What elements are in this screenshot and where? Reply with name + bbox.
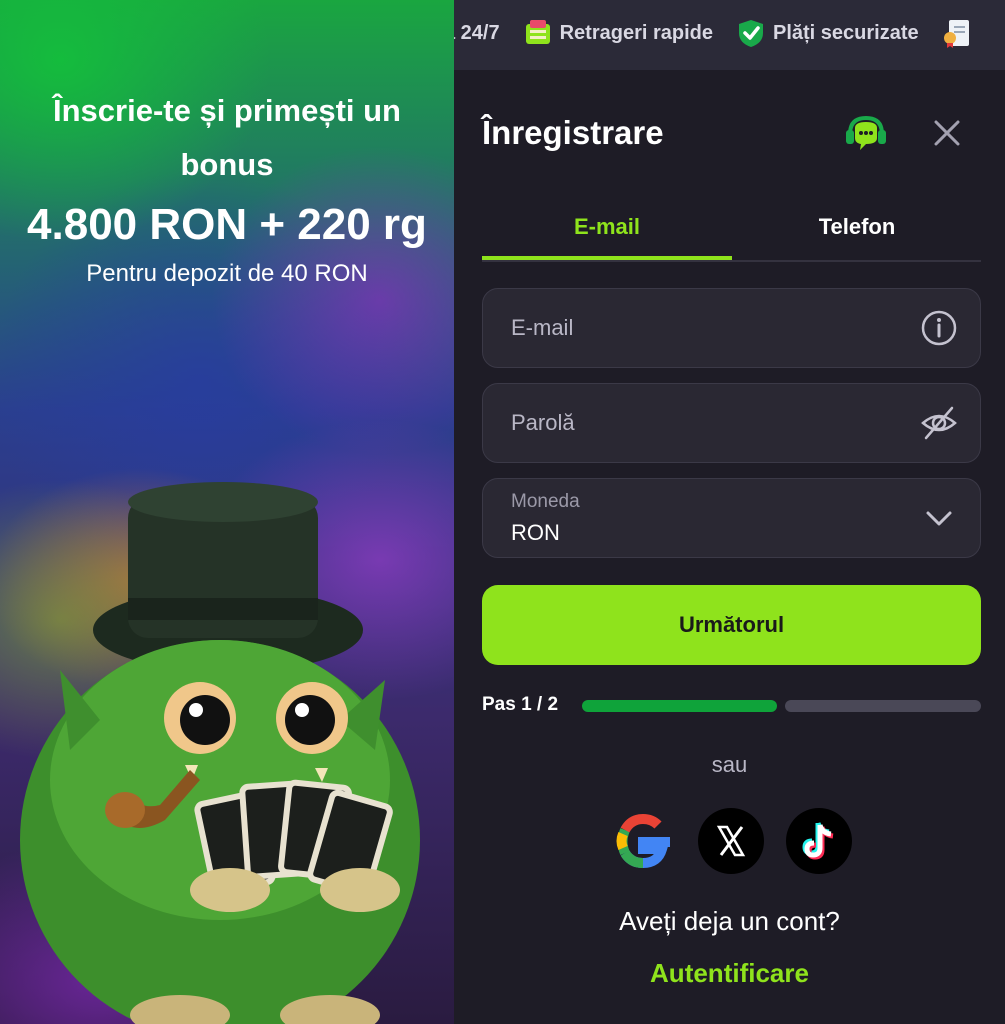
google-icon [616,813,670,869]
next-button[interactable]: Următorul [482,585,981,665]
step-progress-remaining [785,700,981,712]
email-placeholder: E-mail [511,315,574,340]
support-badge-label: ă 24/7 [454,21,500,44]
fast-withdrawals-label: Retrageri rapide [559,21,713,44]
promo-subtitle: Pentru depozit de 40 RON [86,260,368,287]
chevron-down-icon [926,511,952,526]
trust-badge-license [943,18,971,48]
have-account-text: Aveți deja un cont? [619,906,840,936]
tiktok-login-button[interactable] [786,808,852,874]
info-icon[interactable] [920,309,958,347]
eye-off-icon[interactable] [920,404,958,442]
google-login-button[interactable] [610,808,676,874]
trust-badges-bar: ă 24/7 Retrageri rapide Plăți securizate [454,0,1005,70]
x-icon [716,825,746,857]
promo-text: Înscrie-te și primești un bonus 4.800 RO… [0,84,454,292]
x-login-button[interactable] [698,808,764,874]
trust-badge-secure-payments: Plăți securizate [737,18,919,48]
or-divider: sau [711,752,748,777]
login-link[interactable]: Autentificare [454,958,1005,989]
certificate-icon [943,20,969,48]
monster-mascot-illustration [20,482,420,1024]
step-indicator: Pas 1 / 2 [482,694,559,715]
shield-check-icon [739,20,763,47]
tab-phone[interactable]: Telefon [732,200,982,258]
currency-select[interactable]: Moneda RON [482,478,981,558]
tiktok-icon [802,822,834,860]
email-field[interactable]: E-mail [482,288,981,368]
registration-panel: Înregistrare E-mail Telefon E-mail Parol… [454,70,1005,1024]
currency-value: RON [511,520,560,545]
trust-badge-support: ă 24/7 [454,22,500,45]
page-title: Înregistrare [482,114,664,151]
secure-payments-label: Plăți securizate [773,21,919,44]
password-placeholder: Parolă [511,410,575,435]
live-support-icon[interactable] [844,114,888,154]
promo-amount: 4.800 RON + 220 rg [27,200,427,249]
registration-tabs: E-mail Telefon [482,200,981,262]
password-field[interactable]: Parolă [482,383,981,463]
trust-badge-fast-withdrawals: Retrageri rapide [524,18,713,48]
promo-panel: Înscrie-te și primești un bonus 4.800 RO… [0,0,454,1024]
currency-label: Moneda [511,491,580,512]
money-icon [525,20,550,44]
step-progress-done [582,700,777,712]
promo-headline: Înscrie-te și primești un bonus [53,93,401,182]
close-icon[interactable] [930,116,964,150]
tab-email[interactable]: E-mail [482,200,732,260]
